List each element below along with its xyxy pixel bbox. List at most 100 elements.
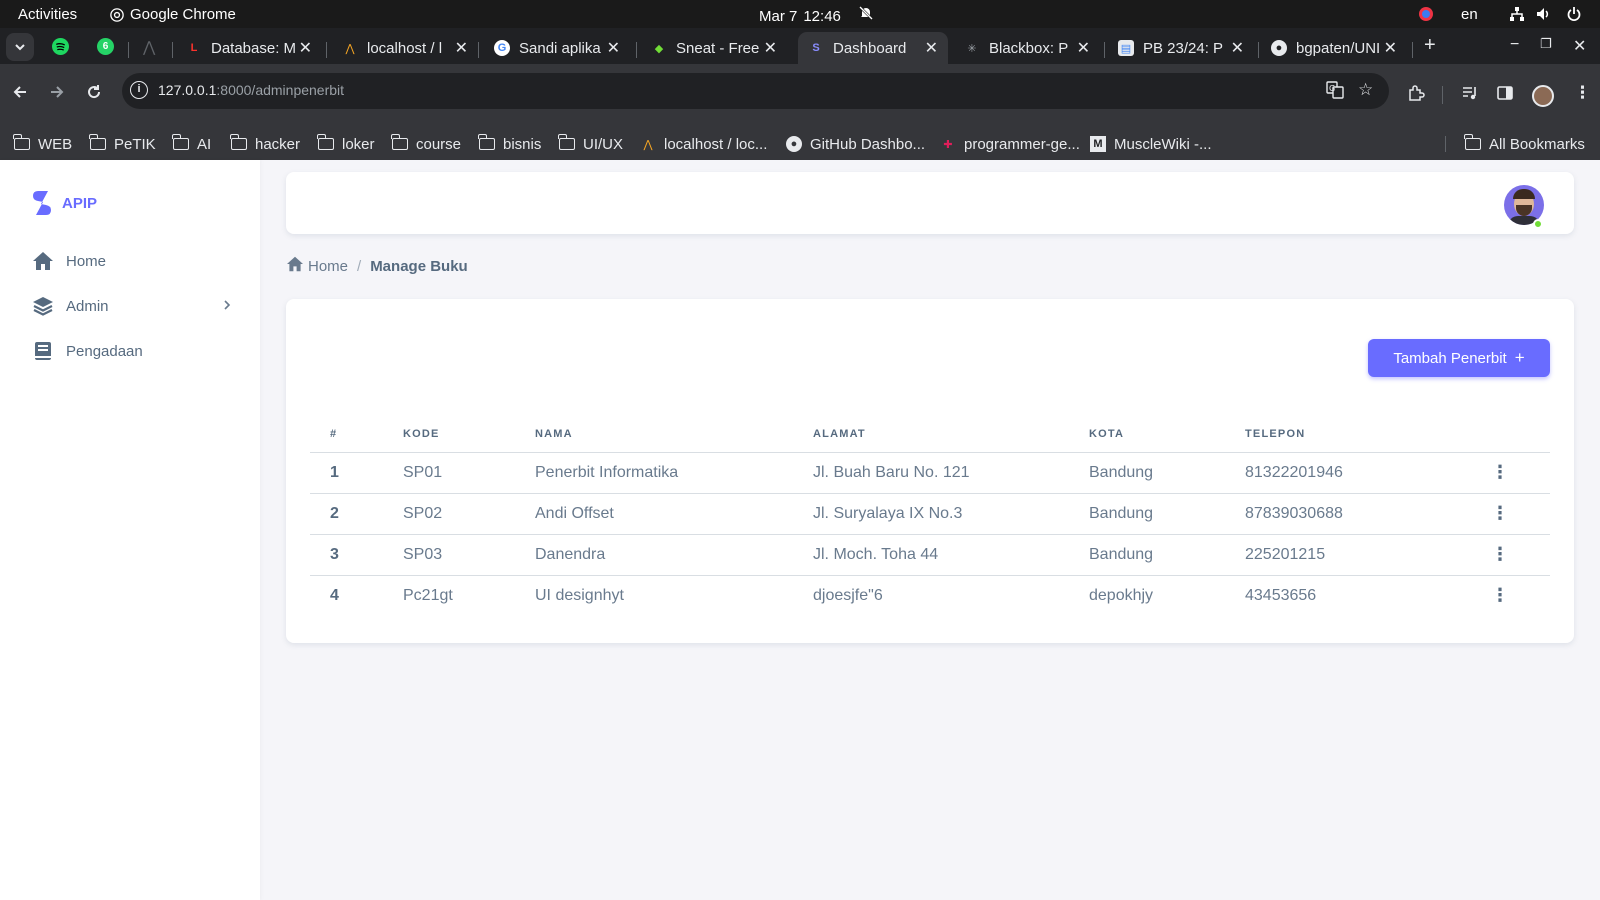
row-actions-kebab-icon[interactable]: ⋮	[1430, 534, 1550, 576]
power-icon[interactable]	[1566, 6, 1582, 26]
info-icon[interactable]: i	[130, 81, 148, 99]
close-icon[interactable]: ✕	[925, 38, 938, 58]
app-menu[interactable]: Google Chrome	[110, 6, 236, 23]
bookmark-star-icon[interactable]: ☆	[1358, 80, 1373, 100]
bookmark-folder-loker[interactable]: loker	[317, 132, 375, 156]
tab-search-button[interactable]	[6, 33, 34, 61]
sidebar-item-label: Admin	[66, 297, 109, 315]
top-navbar	[286, 172, 1574, 234]
window-close-button[interactable]: ✕	[1573, 36, 1586, 56]
side-panel-icon[interactable]	[1496, 84, 1514, 107]
minimize-button[interactable]: −	[1510, 36, 1519, 54]
phpmyadmin-icon: ⋀	[345, 42, 355, 55]
breadcrumb: Home / Manage Buku	[286, 256, 468, 276]
cell-kota: Bandung	[1069, 452, 1225, 494]
bookmark-folder-ai[interactable]: AI	[172, 132, 211, 156]
sidebar-item-pengadaan[interactable]: Pengadaan	[32, 335, 232, 367]
menu-kebab-icon[interactable]: ⋮	[1574, 83, 1591, 103]
sidebar: APIP Home Admin Pengadaan	[0, 160, 260, 900]
activities-button[interactable]: Activities	[18, 6, 77, 23]
bookmark-folder-web[interactable]: WEB	[13, 132, 72, 156]
bookmark-programmer-ge[interactable]: ✚ programmer-ge...	[940, 132, 1079, 156]
forward-button[interactable]	[49, 84, 65, 105]
tab-sandi[interactable]: G Sandi aplika ✕	[484, 32, 630, 64]
bookmark-musclewiki[interactable]: M MuscleWiki -...	[1090, 132, 1212, 156]
bookmark-localhost[interactable]: ⋀ localhost / loc...	[640, 132, 767, 156]
cell-telepon: 87839030688	[1225, 493, 1430, 535]
close-icon[interactable]: ✕	[607, 38, 620, 58]
online-status-dot	[1533, 219, 1543, 229]
sidebar-item-label: Home	[66, 252, 107, 270]
bookmark-folder-course[interactable]: course	[391, 132, 461, 156]
tab-github[interactable]: ● bgpaten/UNI ✕	[1261, 32, 1407, 64]
tab-blackbox[interactable]: ✳ Blackbox: P ✕	[954, 32, 1100, 64]
sidebar-item-home[interactable]: Home	[32, 245, 232, 277]
breadcrumb-home-link[interactable]: Home	[308, 258, 348, 275]
close-icon[interactable]: ✕	[1384, 38, 1397, 58]
cell-nama: UI designhyt	[535, 586, 624, 604]
bookmarks-bar: WEB PeTIK AI hacker loker course bisnis …	[0, 128, 1600, 160]
row-actions-kebab-icon[interactable]: ⋮	[1430, 575, 1550, 616]
pinned-tab-whatsapp[interactable]: 6	[97, 38, 114, 55]
bookmark-folder-bisnis[interactable]: bisnis	[478, 132, 541, 156]
cell-kode: SP03	[383, 534, 515, 576]
close-icon[interactable]: ✕	[1231, 38, 1244, 58]
column-header: KOTA	[1069, 416, 1225, 453]
add-penerbit-button[interactable]: Tambah Penerbit +	[1368, 339, 1550, 377]
close-icon[interactable]: ✕	[299, 38, 312, 58]
cell-kode: SP01	[383, 452, 515, 494]
bookmark-folder-uiux[interactable]: UI/UX	[558, 132, 623, 156]
arrow-left-icon	[13, 86, 26, 98]
system-top-bar: Activities Google Chrome Mar 7 12:46 en	[0, 0, 1600, 28]
close-icon[interactable]: ✕	[764, 38, 777, 58]
color-picker-icon[interactable]	[1418, 6, 1434, 26]
pinned-tab-spotify[interactable]	[52, 38, 69, 60]
back-button[interactable]	[12, 84, 28, 105]
address-bar[interactable]: i 127.0.0.1:8000/adminpenerbit G ☆	[122, 73, 1389, 109]
restore-button[interactable]: ❐	[1540, 36, 1552, 52]
tab-localhost[interactable]: ⋀ localhost / l ✕	[332, 32, 478, 64]
bookmark-github-dashboard[interactable]: ● GitHub Dashbo...	[786, 132, 925, 156]
tab-sneat[interactable]: ◆ Sneat - Free ✕	[641, 32, 787, 64]
chrome-icon	[110, 7, 124, 22]
input-language[interactable]: en	[1461, 6, 1478, 23]
chevron-right-icon	[222, 298, 232, 314]
network-icon[interactable]	[1509, 6, 1525, 26]
row-actions-kebab-icon[interactable]: ⋮	[1430, 493, 1550, 535]
sidebar-item-admin[interactable]: Admin	[32, 290, 232, 322]
column-header: #	[310, 416, 383, 453]
blackbox-icon: ✳	[967, 42, 977, 55]
close-icon[interactable]: ✕	[455, 38, 468, 58]
clock[interactable]: Mar 7 12:46	[759, 8, 841, 25]
new-tab-button[interactable]: +	[1424, 34, 1436, 57]
extensions-icon[interactable]	[1407, 84, 1425, 107]
column-header: NAMA	[515, 416, 793, 453]
pinned-tab-generic-icon[interactable]: ⋀	[143, 38, 155, 56]
translate-icon[interactable]: G	[1326, 81, 1344, 103]
table-header-row: # KODE NAMA ALAMAT KOTA TELEPON	[310, 416, 1550, 453]
cell-kota: depokhjy	[1089, 586, 1154, 604]
sidebar-item-label: Pengadaan	[66, 342, 143, 360]
bookmark-all-bookmarks[interactable]: All Bookmarks	[1464, 132, 1585, 156]
cell-alamat: djoesjfe"6	[813, 586, 883, 604]
tab-dashboard[interactable]: S Dashboard ✕	[798, 32, 948, 64]
reload-icon	[88, 85, 101, 99]
close-icon[interactable]: ✕	[1077, 38, 1090, 58]
folder-icon	[230, 134, 247, 150]
row-actions-kebab-icon[interactable]: ⋮	[1430, 452, 1550, 494]
cell-kota: Bandung	[1069, 493, 1225, 535]
cell-kota: Bandung	[1069, 534, 1225, 576]
profile-avatar[interactable]	[1532, 85, 1554, 107]
tab-database[interactable]: L Database: M ✕	[176, 32, 322, 64]
volume-icon[interactable]	[1535, 6, 1551, 26]
bookmark-folder-hacker[interactable]: hacker	[230, 132, 300, 156]
tab-pb[interactable]: ▤ PB 23/24: P ✕	[1108, 32, 1254, 64]
media-control-icon[interactable]	[1461, 84, 1479, 107]
column-header-actions	[1430, 416, 1550, 453]
reload-button[interactable]	[86, 84, 102, 105]
brand[interactable]: APIP	[30, 188, 97, 218]
bookmark-folder-petik[interactable]: PeTIK	[89, 132, 156, 156]
url-text[interactable]: 127.0.0.1:8000/adminpenerbit	[158, 82, 344, 98]
svg-text:G: G	[1329, 84, 1335, 93]
layers-icon	[32, 295, 54, 317]
